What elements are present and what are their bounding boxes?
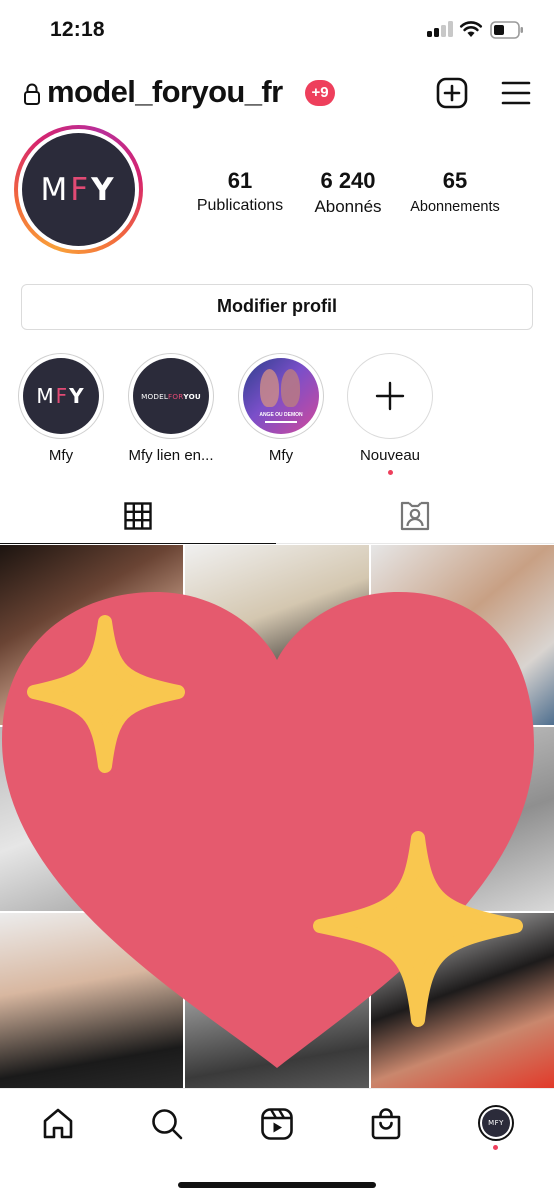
cover-caption: ANGE OU DEMON (259, 412, 303, 418)
highlight-ring: MODELFORYOU (128, 353, 214, 439)
highlight-label: Mfy (48, 447, 74, 464)
new-highlight-ring (347, 353, 433, 439)
profile-tabs (0, 490, 554, 544)
stat-followers[interactable]: 6 240 Abonnés (302, 168, 394, 217)
active-tab-indicator (0, 542, 276, 544)
profile-avatar[interactable]: MFY (22, 133, 135, 246)
status-bar: 12:18 (0, 0, 554, 60)
stat-following-value: 65 (442, 168, 468, 193)
highlight-mfy-link[interactable]: MODELFORYOU Mfy lien en... (127, 353, 215, 464)
logo-letter-m: M (40, 171, 71, 208)
home-icon[interactable] (41, 1107, 75, 1141)
profile-avatar-icon: MFY (482, 1109, 510, 1137)
cover-progress-bar (265, 421, 297, 423)
logo-letter-f: F (70, 171, 92, 208)
highlight-ring: MFY (18, 353, 104, 439)
new-indicator-dot (387, 470, 393, 475)
stat-publications[interactable]: 61 Publications (190, 168, 290, 215)
logo-letter-y: Y (69, 384, 86, 408)
stat-followers-label: Abonnés (314, 197, 382, 216)
heart-sticker-overlay (2, 591, 534, 1068)
profile-avatar-story-ring[interactable]: MFY (14, 125, 143, 254)
cover-figure-left (260, 369, 279, 407)
highlight-label: Mfy lien en... (128, 447, 214, 464)
tagged-person-icon[interactable] (399, 500, 431, 532)
wifi-icon (459, 21, 483, 37)
add-post-icon[interactable] (436, 77, 468, 109)
logo-word-model: MODEL (141, 391, 169, 401)
modelforyou-logo: MODELFORYOU (141, 392, 201, 401)
grid-icon[interactable] (124, 502, 152, 530)
stat-publications-label: Publications (196, 197, 284, 214)
shop-bag-icon[interactable] (369, 1107, 403, 1141)
logo-letter-f: F (55, 384, 70, 408)
highlight-label: Mfy (268, 447, 294, 464)
highlight-cover: MFY (23, 358, 99, 434)
hamburger-menu-icon[interactable] (501, 80, 531, 106)
status-time: 12:18 (50, 18, 105, 41)
highlight-mfy[interactable]: MFY Mfy (17, 353, 105, 464)
home-indicator-bar (178, 1182, 376, 1188)
profile-header: model_foryou_fr +9 (0, 66, 554, 124)
notification-badge[interactable]: +9 (305, 80, 335, 106)
reels-icon[interactable] (260, 1107, 294, 1141)
mfy-logo: MFY (36, 384, 85, 408)
logo-letter-m: M (36, 384, 56, 408)
highlight-ring: ANGE OU DEMON (238, 353, 324, 439)
mfy-logo: MFY (40, 172, 116, 208)
profile-notification-dot (493, 1145, 498, 1150)
account-username[interactable]: model_foryou_fr (47, 74, 283, 110)
profile-tab-avatar[interactable]: MFY (478, 1105, 514, 1141)
cover-figure-right (281, 369, 300, 407)
search-icon[interactable] (150, 1107, 184, 1141)
stat-followers-value: 6 240 (320, 168, 376, 193)
heart-shape (2, 591, 534, 1068)
logo-letter-y: Y (91, 171, 117, 208)
highlight-new[interactable]: Nouveau (346, 353, 434, 475)
plus-icon (375, 381, 405, 411)
battery-icon (490, 21, 523, 39)
stat-following[interactable]: 65 Abonnements (403, 168, 507, 215)
bottom-navigation: MFY (0, 1088, 554, 1200)
stat-publications-value: 61 (227, 168, 253, 193)
stat-following-label: Abonnements (410, 199, 500, 215)
logo-word-you: YOU (183, 391, 201, 401)
logo-word-for: FOR (168, 391, 184, 401)
lock-icon (24, 83, 40, 105)
highlight-label: Nouveau (359, 447, 421, 464)
edit-profile-button[interactable]: Modifier profil (21, 284, 533, 330)
highlight-mfy-ange[interactable]: ANGE OU DEMON Mfy (237, 353, 325, 464)
highlight-cover: MODELFORYOU (133, 358, 209, 434)
highlight-cover-photo: ANGE OU DEMON (243, 358, 319, 434)
cellular-signal-icon (427, 21, 453, 37)
